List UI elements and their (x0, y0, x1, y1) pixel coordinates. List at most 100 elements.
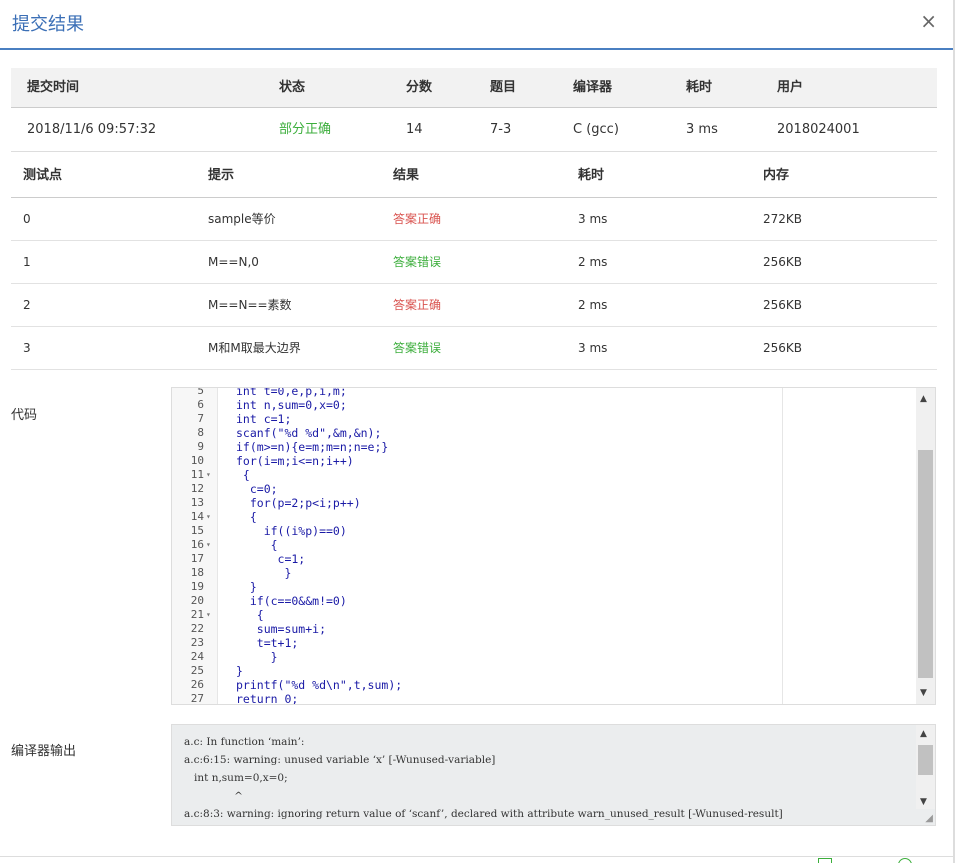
header-result: 结果 (393, 168, 420, 183)
header-problem: 题目 (490, 80, 517, 95)
header-test-time: 耗时 (578, 168, 605, 183)
line-number: 7 (197, 412, 204, 425)
footer-checkbox-icon[interactable] (818, 858, 832, 863)
header-score: 分数 (406, 80, 433, 95)
line-number: 26 (190, 678, 204, 691)
code-line: 11 ▾ { (172, 468, 782, 482)
code-text: c=1; (236, 552, 306, 566)
line-number: 22 (190, 622, 204, 635)
test-hint: M==N==素数 (208, 298, 292, 312)
test-hint: sample等价 (208, 212, 276, 226)
summary-header-row: 提交时间 状态 分数 题目 编译器 耗时 用户 (11, 68, 937, 108)
scroll-up-icon[interactable]: ▲ (920, 394, 927, 404)
line-number: 12 (190, 482, 204, 495)
status-badge: 部分正确 (279, 122, 332, 137)
line-number: 15 (190, 524, 204, 537)
header-user: 用户 (777, 80, 804, 95)
line-number: 23 (190, 636, 204, 649)
line-number: 6 (197, 398, 204, 411)
table-row: 3 M和M取最大边界 答案错误 3 ms 256KB (11, 327, 937, 370)
test-memory: 256KB (763, 341, 803, 355)
output-line: a.c:8:3: warning: ignoring return value … (184, 808, 783, 820)
code-label: 代码 (11, 408, 38, 423)
code-text: { (236, 510, 257, 524)
test-result: 答案正确 (393, 212, 442, 226)
test-cases-table: 测试点 提示 结果 耗时 内存 0 sample等价 答案正确 3 ms 272… (11, 154, 937, 370)
test-id: 2 (23, 298, 31, 312)
scroll-down-icon[interactable]: ▼ (920, 797, 927, 807)
code-line: 23 t=t+1; (172, 636, 782, 650)
output-line: ^ (184, 790, 243, 802)
line-number: 5 (197, 387, 204, 397)
scroll-down-icon[interactable]: ▼ (920, 688, 927, 698)
compiler-output-text: a.c: In function ‘main’: a.c:6:15: warnin… (184, 733, 783, 823)
test-time: 2 ms (578, 298, 608, 312)
code-line: 9 if(m>=n){e=m;m=n;n=e;} (172, 440, 782, 454)
scrollbar-thumb[interactable] (918, 745, 933, 775)
table-row: 2 M==N==素数 答案正确 2 ms 256KB (11, 284, 937, 327)
code-lines: 5 int t=0,e,p,i,m; 6 int n,sum=0,x=0; 7 int c… (172, 387, 782, 705)
output-line: a.c: In function ‘main’: (184, 736, 305, 748)
code-text: { (236, 538, 278, 552)
test-time: 2 ms (578, 255, 608, 269)
header-time: 耗时 (686, 80, 713, 95)
test-hint: M和M取最大边界 (208, 341, 301, 355)
fold-toggle-icon[interactable]: ▾ (206, 510, 211, 524)
code-line: 18 } (172, 566, 782, 580)
scroll-up-icon[interactable]: ▲ (920, 729, 927, 739)
modal-title: 提交结果 (12, 14, 84, 35)
line-number: 19 (190, 580, 204, 593)
test-memory: 272KB (763, 212, 803, 226)
code-line: 5 int t=0,e,p,i,m; (172, 387, 782, 398)
scrollbar-thumb[interactable] (918, 450, 933, 678)
submission-summary-table: 提交时间 状态 分数 题目 编译器 耗时 用户 2018/11/6 09:57:… (11, 68, 937, 152)
table-row: 1 M==N,0 答案错误 2 ms 256KB (11, 241, 937, 284)
summary-row: 2018/11/6 09:57:32 部分正确 14 7-3 C (gcc) 3… (11, 108, 937, 152)
code-editor[interactable]: 5 int t=0,e,p,i,m; 6 int n,sum=0,x=0; 7 int c… (171, 387, 936, 705)
compiler-output-box[interactable]: a.c: In function ‘main’: a.c:6:15: warnin… (171, 724, 936, 826)
code-scrollbar[interactable]: ▲ ▼ (916, 388, 935, 704)
code-line: 13 for(p=2;p<i;p++) (172, 496, 782, 510)
header-hint: 提示 (208, 168, 235, 183)
line-number: 17 (190, 552, 204, 565)
test-id: 3 (23, 341, 31, 355)
compiler-output-label: 编译器输出 (11, 744, 77, 759)
line-number: 13 (190, 496, 204, 509)
output-scrollbar[interactable]: ▲ ▼ (916, 725, 935, 809)
line-number: 14 (190, 510, 204, 523)
submit-time: 2018/11/6 09:57:32 (27, 122, 157, 137)
user-id: 2018024001 (777, 122, 860, 137)
resize-handle-icon[interactable]: ◢ (925, 813, 933, 824)
line-number: 10 (190, 454, 204, 467)
line-number: 11 (190, 468, 204, 481)
test-id: 1 (23, 255, 31, 269)
line-number: 27 (190, 692, 204, 705)
code-line: 27 return 0; (172, 692, 782, 705)
code-text: printf("%d %d\n",t,sum); (236, 678, 403, 692)
code-text: int c=1; (236, 412, 292, 426)
fold-toggle-icon[interactable]: ▾ (206, 468, 211, 482)
test-result: 答案正确 (393, 298, 442, 312)
fold-toggle-icon[interactable]: ▾ (206, 608, 211, 622)
test-time: 3 ms (578, 341, 608, 355)
test-result: 答案错误 (393, 341, 442, 355)
line-number: 8 (197, 426, 204, 439)
line-number: 9 (197, 440, 204, 453)
code-text: } (236, 566, 292, 580)
code-text: t=t+1; (236, 636, 299, 650)
score: 14 (406, 122, 423, 137)
code-line: 26 printf("%d %d\n",t,sum); (172, 678, 782, 692)
print-margin (782, 388, 783, 704)
close-button[interactable]: × (920, 9, 937, 33)
line-number: 24 (190, 650, 204, 663)
header-compiler: 编译器 (573, 80, 613, 95)
code-line: 16 ▾ { (172, 538, 782, 552)
code-line: 19 } (172, 580, 782, 594)
code-text: int t=0,e,p,i,m; (236, 387, 347, 398)
code-line: 17 c=1; (172, 552, 782, 566)
fold-toggle-icon[interactable]: ▾ (206, 538, 211, 552)
header-test-point: 测试点 (23, 168, 63, 183)
code-line: 22 sum=sum+i; (172, 622, 782, 636)
code-line: 12 c=0; (172, 482, 782, 496)
code-line: 7 int c=1; (172, 412, 782, 426)
